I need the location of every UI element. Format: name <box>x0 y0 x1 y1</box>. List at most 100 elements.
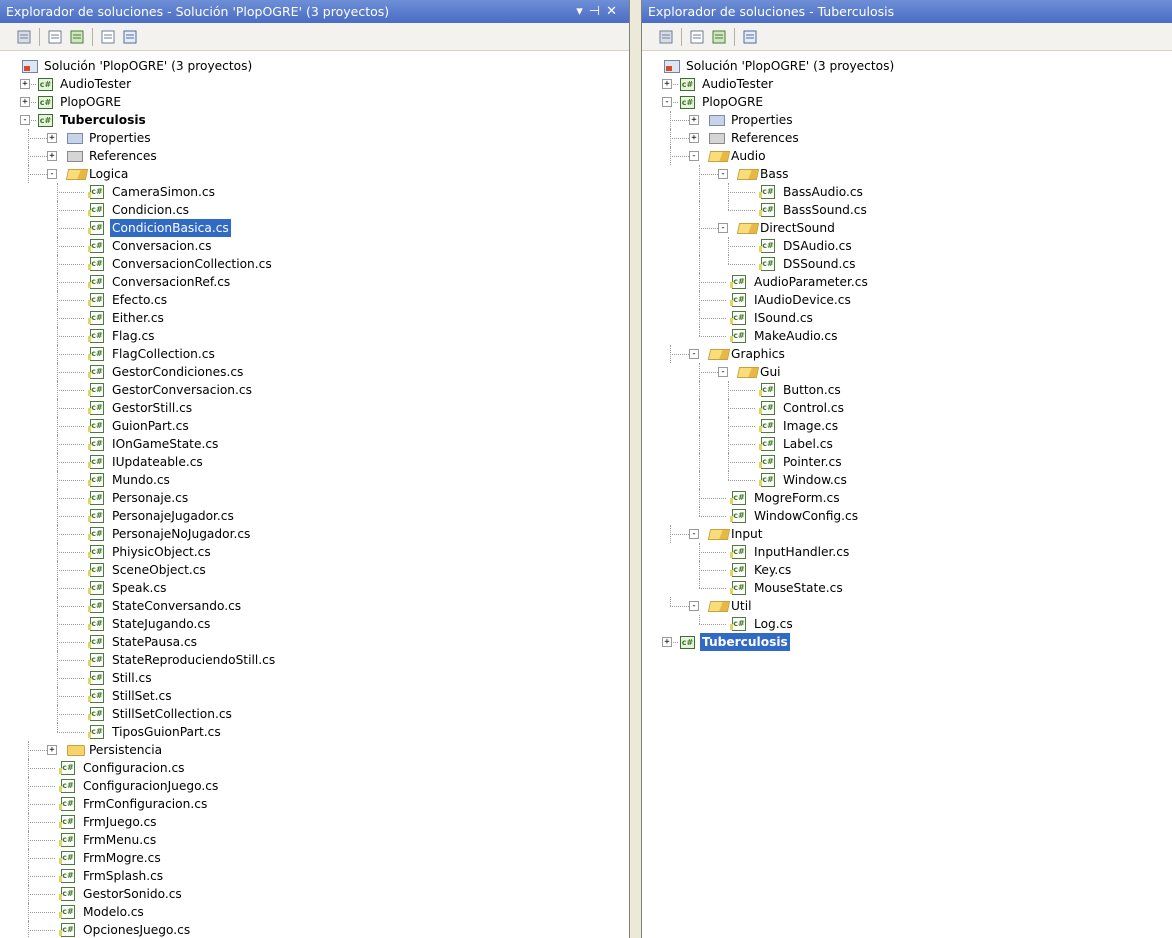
collapse-icon[interactable]: - <box>689 349 699 359</box>
collapse-icon[interactable]: - <box>689 601 699 611</box>
tree-item-file[interactable]: c# StillSet.cs <box>0 687 629 705</box>
tree-item-file[interactable]: c# Configuracion.cs <box>0 759 629 777</box>
tree-item-file[interactable]: c# StatePausa.cs <box>0 633 629 651</box>
tree-item-file[interactable]: c# CameraSimon.cs <box>0 183 629 201</box>
view-code-icon[interactable] <box>98 27 118 47</box>
tree-item-file[interactable]: c# TiposGuionPart.cs <box>0 723 629 741</box>
tree-item-file[interactable]: c# Personaje.cs <box>0 489 629 507</box>
tree-item-file[interactable]: c# InputHandler.cs <box>642 543 1172 561</box>
tree-item-file[interactable]: c# Label.cs <box>642 435 1172 453</box>
tree-item-folder[interactable]: - Bass <box>642 165 1172 183</box>
tree-item-file[interactable]: c# Key.cs <box>642 561 1172 579</box>
tree-item-file[interactable]: c# MakeAudio.cs <box>642 327 1172 345</box>
tree-item-file[interactable]: c# BassSound.cs <box>642 201 1172 219</box>
tree-item-file[interactable]: c# PhiysicObject.cs <box>0 543 629 561</box>
tree-item-file[interactable]: c# Modelo.cs <box>0 903 629 921</box>
tree-item-file[interactable]: c# Log.cs <box>642 615 1172 633</box>
tree-item-file[interactable]: c# WindowConfig.cs <box>642 507 1172 525</box>
tree-item-file[interactable]: c# Condicion.cs <box>0 201 629 219</box>
tree-item-solution[interactable]: Solución 'PlopOGRE' (3 proyectos) <box>642 57 1172 75</box>
tree-item-file[interactable]: c# FrmJuego.cs <box>0 813 629 831</box>
tree-item-file[interactable]: c# StateConversando.cs <box>0 597 629 615</box>
tree-item-file[interactable]: c# Either.cs <box>0 309 629 327</box>
view-class-diagram-icon[interactable] <box>740 27 760 47</box>
tree-item-file[interactable]: c# PersonajeNoJugador.cs <box>0 525 629 543</box>
expand-icon[interactable]: + <box>47 151 57 161</box>
tree-item-folder[interactable]: - Util <box>642 597 1172 615</box>
show-all-files-icon[interactable] <box>687 27 707 47</box>
tree-item-file[interactable]: c# GestorConversacion.cs <box>0 381 629 399</box>
properties-icon[interactable] <box>14 27 34 47</box>
tree-item-file[interactable]: c# OpcionesJuego.cs <box>0 921 629 938</box>
tree-item-file[interactable]: c# SceneObject.cs <box>0 561 629 579</box>
tree-item-file[interactable]: c# CondicionBasica.cs <box>0 219 629 237</box>
collapse-icon[interactable]: - <box>718 169 728 179</box>
tree-item-file[interactable]: c# Button.cs <box>642 381 1172 399</box>
tree-item-folder[interactable]: + References <box>642 129 1172 147</box>
tree-item-file[interactable]: c# FrmMenu.cs <box>0 831 629 849</box>
tree-item-file[interactable]: c# GestorCondiciones.cs <box>0 363 629 381</box>
tree-item-folder[interactable]: - Logica <box>0 165 629 183</box>
tree-item-file[interactable]: c# BassAudio.cs <box>642 183 1172 201</box>
auto-hide-icon[interactable]: ⊣ <box>589 4 606 19</box>
tree-item-file[interactable]: c# DSSound.cs <box>642 255 1172 273</box>
tree-item-file[interactable]: c# FrmMogre.cs <box>0 849 629 867</box>
properties-icon[interactable] <box>656 27 676 47</box>
collapse-icon[interactable]: - <box>689 529 699 539</box>
tree-item-file[interactable]: c# PersonajeJugador.cs <box>0 507 629 525</box>
collapse-icon[interactable]: - <box>718 223 728 233</box>
collapse-icon[interactable]: - <box>662 97 672 107</box>
tree-item-file[interactable]: c# IOnGameState.cs <box>0 435 629 453</box>
window-position-icon[interactable]: ▾ <box>576 4 589 19</box>
tree-item-file[interactable]: c# Conversacion.cs <box>0 237 629 255</box>
tree-item-project[interactable]: + c# AudioTester <box>642 75 1172 93</box>
tree-item-folder[interactable]: - Input <box>642 525 1172 543</box>
expand-icon[interactable]: + <box>20 97 30 107</box>
tree-item-file[interactable]: c# Flag.cs <box>0 327 629 345</box>
tree-item-project[interactable]: + c# Tuberculosis <box>642 633 1172 651</box>
tree-item-file[interactable]: c# Mundo.cs <box>0 471 629 489</box>
tree-item-file[interactable]: c# Efecto.cs <box>0 291 629 309</box>
tree-item-project[interactable]: + c# AudioTester <box>0 75 629 93</box>
tree-item-file[interactable]: c# Still.cs <box>0 669 629 687</box>
expand-icon[interactable]: + <box>662 79 672 89</box>
tree-item-folder[interactable]: - Graphics <box>642 345 1172 363</box>
tree-item-file[interactable]: c# GestorStill.cs <box>0 399 629 417</box>
tree-item-file[interactable]: c# ISound.cs <box>642 309 1172 327</box>
tree-item-folder[interactable]: + References <box>0 147 629 165</box>
tree-item-file[interactable]: c# GestorSonido.cs <box>0 885 629 903</box>
tree-item-file[interactable]: c# StillSetCollection.cs <box>0 705 629 723</box>
tree-item-file[interactable]: c# DSAudio.cs <box>642 237 1172 255</box>
tree-item-file[interactable]: c# Speak.cs <box>0 579 629 597</box>
tree-item-file[interactable]: c# GuionPart.cs <box>0 417 629 435</box>
expand-icon[interactable]: + <box>20 79 30 89</box>
tree-item-file[interactable]: c# ConversacionRef.cs <box>0 273 629 291</box>
tree-item-file[interactable]: c# ConfiguracionJuego.cs <box>0 777 629 795</box>
tree-item-file[interactable]: c# IAudioDevice.cs <box>642 291 1172 309</box>
tree-item-solution[interactable]: Solución 'PlopOGRE' (3 proyectos) <box>0 57 629 75</box>
tree-item-folder[interactable]: + Properties <box>0 129 629 147</box>
expand-icon[interactable]: + <box>47 133 57 143</box>
expand-icon[interactable]: + <box>662 637 672 647</box>
tree-item-file[interactable]: c# Control.cs <box>642 399 1172 417</box>
tree-item-project[interactable]: + c# PlopOGRE <box>0 93 629 111</box>
tree-item-file[interactable]: c# MogreForm.cs <box>642 489 1172 507</box>
tree-item-file[interactable]: c# FrmConfiguracion.cs <box>0 795 629 813</box>
collapse-icon[interactable]: - <box>47 169 57 179</box>
collapse-icon[interactable]: - <box>718 367 728 377</box>
tree-item-file[interactable]: c# Image.cs <box>642 417 1172 435</box>
tree-item-file[interactable]: c# FlagCollection.cs <box>0 345 629 363</box>
tree-item-file[interactable]: c# AudioParameter.cs <box>642 273 1172 291</box>
expand-icon[interactable]: + <box>47 745 57 755</box>
collapse-icon[interactable]: - <box>20 115 30 125</box>
refresh-icon[interactable] <box>709 27 729 47</box>
close-icon[interactable]: ✕ <box>606 4 623 19</box>
refresh-icon[interactable] <box>67 27 87 47</box>
tree-item-file[interactable]: c# Pointer.cs <box>642 453 1172 471</box>
tree-item-folder[interactable]: - Audio <box>642 147 1172 165</box>
tree-item-folder[interactable]: + Persistencia <box>0 741 629 759</box>
tree-item-file[interactable]: c# ConversacionCollection.cs <box>0 255 629 273</box>
tree-item-file[interactable]: c# Window.cs <box>642 471 1172 489</box>
tree-item-file[interactable]: c# IUpdateable.cs <box>0 453 629 471</box>
collapse-icon[interactable]: - <box>689 151 699 161</box>
